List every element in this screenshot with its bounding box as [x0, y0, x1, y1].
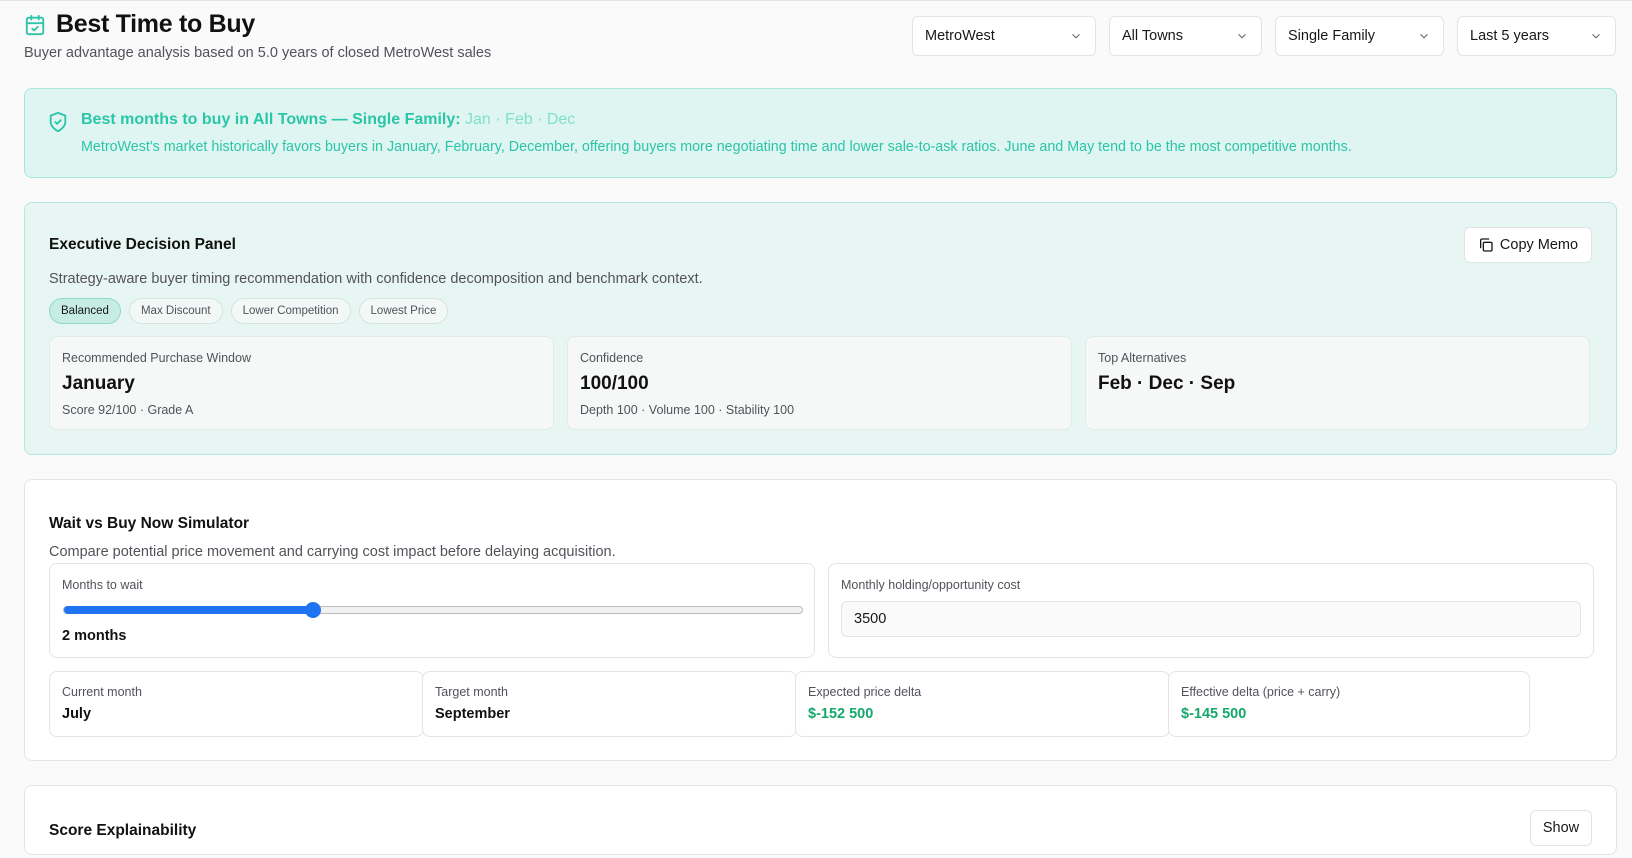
best-months-alert: Best months to buy in All Towns — Single…: [24, 88, 1617, 178]
copy-memo-label: Copy Memo: [1499, 237, 1579, 253]
holding-cost-box: Monthly holding/opportunity cost: [828, 563, 1594, 658]
copy-memo-button[interactable]: Copy Memo: [1464, 227, 1592, 263]
strategy-chips: Balanced Max Discount Lower Competition …: [49, 298, 456, 324]
chevron-down-icon: [1589, 29, 1603, 43]
slider-thumb[interactable]: [304, 602, 321, 618]
effective-delta-box: Effective delta (price + carry) $-145 50…: [1168, 671, 1530, 737]
alert-title-text: Best months to buy in All Towns — Single…: [81, 111, 461, 128]
stat-value: January: [62, 373, 135, 394]
exec-stats: Recommended Purchase Window January Scor…: [49, 336, 1590, 430]
expected-price-delta-box: Expected price delta $-152 500: [795, 671, 1170, 737]
holding-cost-label: Monthly holding/opportunity cost: [841, 578, 1021, 592]
expected-price-delta-value: $-152 500: [808, 706, 874, 722]
slider-fill: [64, 606, 313, 614]
period-select[interactable]: Last 5 years: [1457, 16, 1616, 56]
town-select[interactable]: All Towns: [1109, 16, 1262, 56]
simulator-description: Compare potential price movement and car…: [49, 544, 616, 560]
target-month-box: Target month September: [422, 671, 797, 737]
months-to-wait-label: Months to wait: [62, 578, 143, 592]
current-month-box: Current month July: [49, 671, 424, 737]
top-alternatives-card: Top Alternatives Feb · Dec · Sep: [1085, 336, 1590, 430]
alert-months: Jan · Feb · Dec: [465, 111, 576, 128]
town-select-value: All Towns: [1122, 28, 1183, 44]
strategy-chip-balanced[interactable]: Balanced: [49, 298, 121, 324]
current-month-label: Current month: [62, 685, 142, 699]
property-type-select-value: Single Family: [1288, 28, 1376, 44]
confidence-card: Confidence 100/100 Depth 100 · Volume 10…: [567, 336, 1072, 430]
current-month-value: July: [62, 706, 92, 722]
calendar-check-icon: [24, 14, 46, 36]
explainability-title: Score Explainability: [49, 822, 197, 839]
effective-delta-value: $-145 500: [1181, 706, 1247, 722]
stat-sub: Depth 100 · Volume 100 · Stability 100: [580, 403, 795, 417]
page-title: Best Time to Buy: [56, 10, 255, 38]
exec-panel-description: Strategy-aware buyer timing recommendati…: [49, 271, 703, 287]
stat-label: Recommended Purchase Window: [62, 351, 251, 365]
filter-bar: MetroWest All Towns Single Family Last 5…: [899, 16, 1616, 56]
property-type-select[interactable]: Single Family: [1275, 16, 1444, 56]
strategy-chip-max-discount[interactable]: Max Discount: [128, 298, 223, 324]
months-to-wait-value: 2 months: [62, 628, 127, 644]
strategy-chip-lowest-price[interactable]: Lowest Price: [358, 298, 449, 324]
months-to-wait-box: Months to wait 2 months: [49, 563, 815, 658]
alert-title: Best months to buy in All Towns — Single…: [81, 111, 575, 129]
holding-cost-input[interactable]: [841, 601, 1581, 637]
shield-check-icon: [47, 111, 69, 133]
alert-text: MetroWest's market historically favors b…: [81, 139, 1352, 155]
recommended-window-card: Recommended Purchase Window January Scor…: [49, 336, 554, 430]
expected-price-delta-label: Expected price delta: [808, 685, 922, 699]
wait-vs-buy-simulator: Wait vs Buy Now Simulator Compare potent…: [24, 479, 1617, 761]
chevron-down-icon: [1417, 29, 1431, 43]
executive-decision-panel: Executive Decision Panel Copy Memo Strat…: [24, 202, 1617, 455]
period-select-value: Last 5 years: [1470, 28, 1549, 44]
region-select-value: MetroWest: [925, 28, 995, 44]
target-month-value: September: [435, 706, 510, 722]
months-to-wait-slider[interactable]: [63, 602, 803, 618]
stat-value: Feb · Dec · Sep: [1098, 373, 1236, 394]
region-select[interactable]: MetroWest: [912, 16, 1096, 56]
page-header: Best Time to Buy: [24, 10, 255, 39]
stat-label: Top Alternatives: [1098, 351, 1187, 365]
stat-label: Confidence: [580, 351, 644, 365]
score-explainability-panel: Score Explainability Show: [24, 785, 1617, 855]
chevron-down-icon: [1235, 29, 1249, 43]
simulator-title: Wait vs Buy Now Simulator: [49, 515, 250, 532]
chevron-down-icon: [1069, 29, 1083, 43]
strategy-chip-lower-competition[interactable]: Lower Competition: [230, 298, 351, 324]
effective-delta-label: Effective delta (price + carry): [1181, 685, 1341, 699]
exec-panel-title: Executive Decision Panel: [49, 236, 236, 253]
target-month-label: Target month: [435, 685, 508, 699]
copy-icon: [1478, 237, 1494, 253]
page-subtitle: Buyer advantage analysis based on 5.0 ye…: [24, 45, 492, 61]
show-explainability-button[interactable]: Show: [1530, 810, 1592, 846]
stat-sub: Score 92/100 · Grade A: [62, 403, 194, 417]
stat-value: 100/100: [580, 373, 649, 394]
top-border: [0, 0, 1632, 1]
